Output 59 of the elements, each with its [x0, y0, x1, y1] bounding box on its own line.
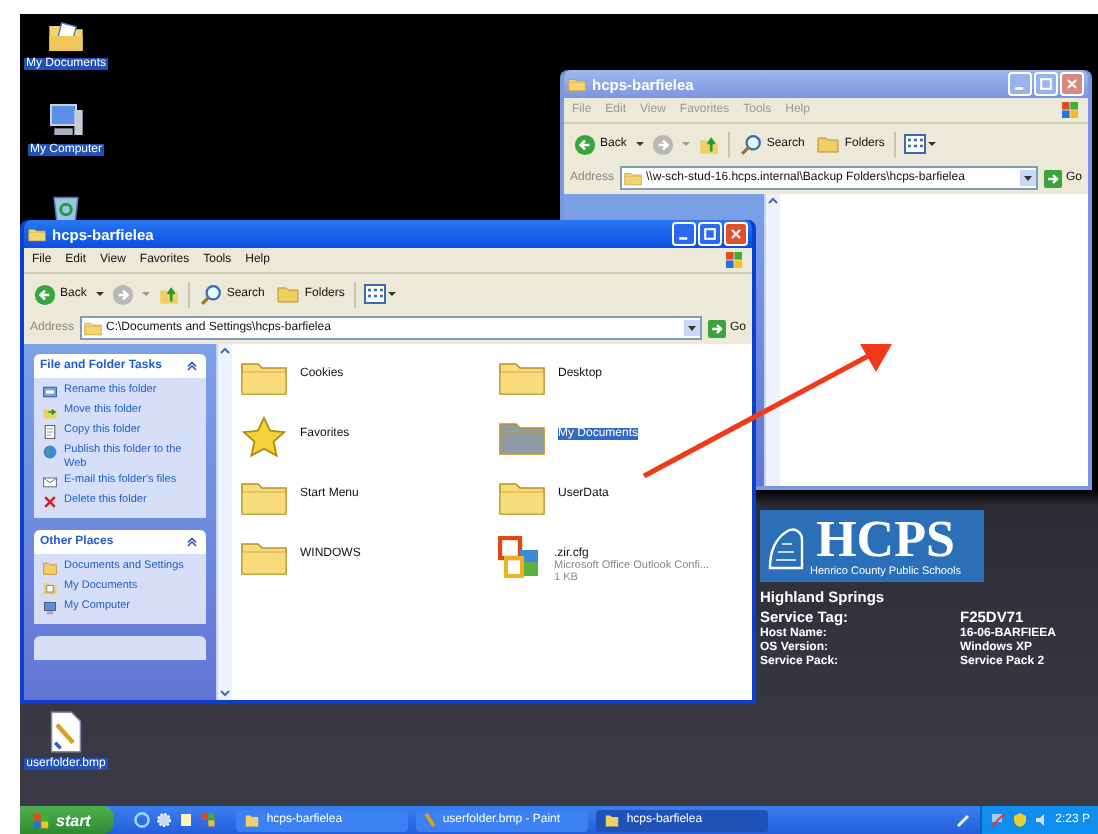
search-icon	[740, 133, 763, 155]
computer-icon[interactable]	[46, 100, 86, 140]
folder-arrow-icon	[42, 404, 58, 420]
office-file-icon	[498, 536, 542, 580]
dropdown-arrow-icon[interactable]	[683, 320, 700, 336]
folder-icon	[244, 813, 261, 827]
star-icon	[240, 416, 288, 460]
logo-title: HCPS	[816, 514, 955, 566]
globe-icon	[42, 444, 58, 460]
scroll-up-icon	[218, 344, 232, 358]
folder-icon	[568, 76, 586, 92]
paintbrush-icon	[424, 812, 437, 828]
maximize-icon	[702, 226, 718, 242]
rename-icon	[42, 384, 58, 400]
folder-icon	[84, 320, 103, 336]
views-icon[interactable]	[364, 284, 397, 304]
windows-flag-icon	[1060, 100, 1080, 120]
windows-flag-icon	[32, 811, 50, 829]
collapse-icon[interactable]	[184, 358, 200, 374]
minimize-button[interactable]	[672, 222, 696, 246]
envelope-icon	[42, 474, 58, 491]
folder-icon	[816, 134, 841, 154]
caret-icon[interactable]	[96, 290, 105, 298]
maximize-icon	[1038, 76, 1054, 92]
back-arrow-icon	[574, 133, 596, 155]
flag-icon[interactable]	[200, 812, 217, 828]
up-folder-icon[interactable]	[158, 283, 181, 305]
dropdown-arrow-icon[interactable]	[1019, 170, 1036, 186]
network-icon[interactable]	[989, 812, 1006, 828]
delete-icon	[42, 494, 58, 511]
collapse-icon[interactable]	[184, 534, 200, 551]
document-icon[interactable]	[178, 812, 195, 828]
computer-icon	[42, 600, 58, 617]
go-arrow-icon	[707, 319, 726, 337]
windows-flag-icon	[724, 250, 744, 270]
scrollbar[interactable]	[216, 344, 232, 700]
start-button[interactable]: start	[20, 806, 115, 834]
close-button[interactable]	[724, 222, 748, 246]
image-file-icon[interactable]	[48, 710, 84, 754]
scroll-up-icon	[766, 194, 780, 208]
folder-icon	[276, 284, 301, 304]
close-icon	[728, 226, 744, 242]
folder-icon	[604, 813, 621, 827]
browser-icon[interactable]	[134, 812, 151, 828]
back-arrow-icon	[34, 283, 56, 305]
go-arrow-icon	[1043, 169, 1062, 187]
copy-icon	[42, 424, 58, 440]
scroll-down-icon	[218, 686, 232, 700]
gear-icon[interactable]	[156, 812, 173, 828]
folder-icon	[28, 226, 46, 242]
folder-icon	[42, 560, 58, 577]
documents-folder-icon[interactable]	[46, 18, 86, 54]
speaker-icon[interactable]	[1033, 812, 1050, 828]
documents-folder-icon	[42, 580, 58, 597]
search-icon	[200, 283, 223, 305]
tool-icon[interactable]	[955, 812, 972, 828]
folder-icon	[624, 170, 643, 186]
close-icon	[1064, 76, 1080, 92]
maximize-button[interactable]	[698, 222, 722, 246]
